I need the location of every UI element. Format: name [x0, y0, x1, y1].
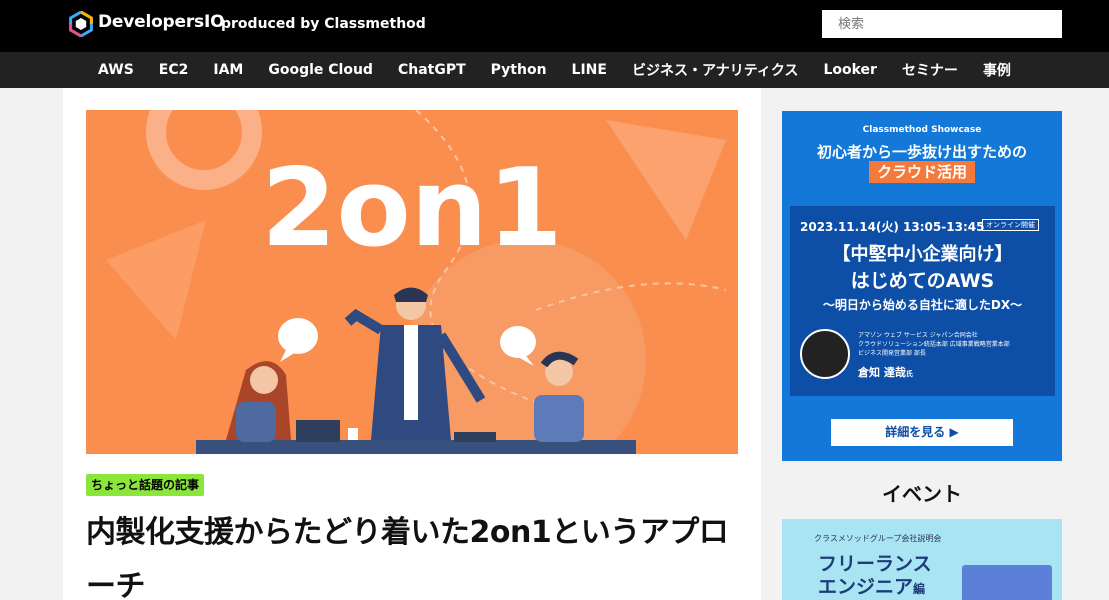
nav-item-iam[interactable]: IAM [213, 62, 243, 78]
ad-kicker: Classmethod Showcase [862, 125, 982, 135]
ad-title-line1: 【中堅中小企業向け】 [832, 244, 1013, 265]
site-name[interactable]: DevelopersIO [98, 12, 225, 32]
article-tag[interactable]: ちょっと話題の記事 [86, 474, 205, 496]
online-badge: オンライン開催 [982, 219, 1039, 231]
ad-event-panel: 2023.11.14(火) 13:05-13:45 オンライン開催 【中堅中小企… [790, 206, 1055, 396]
nav-item-ec2[interactable]: EC2 [159, 62, 189, 78]
article-main: 2on1 ちょっと話題の記事 内製化支援からたどり着いた2on1というアプローチ [63, 88, 761, 600]
speaker-affiliation: アマゾン ウェブ サービス ジャパン合同会社 クラウドソリューション統括本部 広… [858, 332, 1010, 357]
article-title: 内製化支援からたどり着いた2on1というアプローチ [86, 515, 729, 600]
event-line2: エンジニア編 [818, 576, 926, 598]
ad-datetime: 2023.11.14(火) 13:05-13:45 [800, 220, 985, 234]
speaker-name: 倉知 達哉氏 [858, 366, 913, 379]
sidebar-ad-banner[interactable]: Classmethod Showcase 初心者から一歩抜け出すための クラウド… [782, 111, 1062, 461]
site-header: DevelopersIO produced by Classmethod [0, 0, 1109, 52]
ad-highlight: クラウド活用 [869, 161, 975, 183]
ad-details-button[interactable]: 詳細を見る ▶ [831, 419, 1013, 446]
nav-item-looker[interactable]: Looker [823, 62, 877, 78]
event-laptop-illustration [962, 565, 1052, 600]
article-hero-image: 2on1 [86, 110, 738, 454]
nav-item-chatgpt[interactable]: ChatGPT [398, 62, 466, 78]
nav-item-python[interactable]: Python [491, 62, 547, 78]
nav-item-business-analytics[interactable]: ビジネス・アナリティクス [632, 60, 798, 80]
ad-headline: 初心者から一歩抜け出すための [816, 143, 1027, 161]
event-kicker: クラスメソッドグループ会社説明会 [814, 534, 942, 543]
ad-subtitle: 〜明日から始める自社に適したDX〜 [822, 298, 1023, 312]
hero-title-text: 2on1 [261, 146, 562, 271]
nav-item-google-cloud[interactable]: Google Cloud [268, 62, 373, 78]
produced-by-text[interactable]: produced by Classmethod [221, 16, 426, 32]
nav-item-line[interactable]: LINE [572, 62, 607, 78]
speaker-avatar [800, 329, 850, 379]
nav-item-aws[interactable]: AWS [98, 62, 134, 78]
events-heading: イベント [882, 482, 962, 506]
category-nav: AWS EC2 IAM Google Cloud ChatGPT Python … [0, 52, 1109, 88]
nav-item-seminar[interactable]: セミナー [902, 60, 958, 80]
ad-title-line2: はじめてのAWS [850, 270, 995, 292]
nav-item-case-studies[interactable]: 事例 [983, 60, 1011, 80]
search-input[interactable] [822, 10, 1062, 38]
hero-illustration: 2on1 [106, 110, 727, 454]
event-card-freelance[interactable]: クラスメソッドグループ会社説明会 フリーランス エンジニア編 [782, 519, 1062, 600]
developersio-logo-icon[interactable] [68, 11, 94, 37]
